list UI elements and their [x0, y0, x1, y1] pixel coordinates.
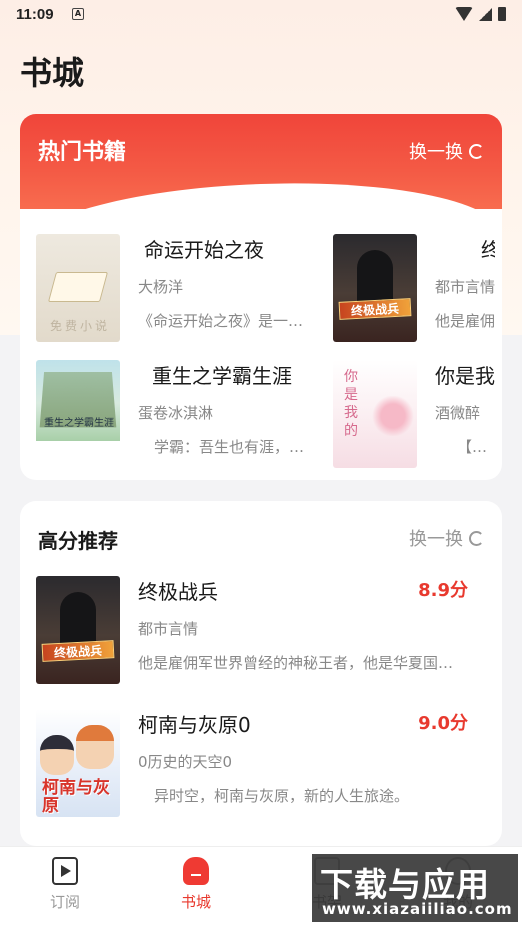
tab-label: 订阅 — [49, 893, 80, 911]
cover-character — [76, 725, 114, 769]
book-author: 酒微醉 — [435, 404, 481, 422]
cover-tree — [371, 396, 415, 436]
hot-book-item[interactable]: 重生之学霸生涯 重生之学霸生涯 蛋卷冰淇淋 学霸：吾生也有涯，… — [36, 360, 314, 468]
hot-book-item[interactable]: 终极战兵 终 都市言情 他是雇佣 — [333, 234, 495, 342]
tab-bookstore[interactable]: 书城 — [156, 857, 236, 912]
bookstore-icon — [183, 857, 209, 885]
book-desc: 他是雇佣 — [435, 312, 495, 330]
tab-label: 书城 — [180, 893, 211, 911]
open-book-icon — [47, 272, 109, 302]
book-desc: 他是雇佣军世界曾经的神秘王者，他是华夏国… — [138, 654, 454, 672]
book-cover: 柯南与灰原 — [36, 709, 120, 817]
watermark: 下载与应用 www.xiazaiiliao.com — [312, 854, 518, 922]
book-author: 蛋卷冰淇淋 — [138, 404, 214, 422]
cover-text: 免费小说 — [50, 319, 111, 333]
book-info: 终 都市言情 他是雇佣 — [435, 234, 495, 342]
refresh-icon — [469, 143, 484, 159]
book-info: 终极战兵 8.9分 都市言情 他是雇佣军世界曾经的神秘王者，他是华夏国… — [138, 576, 468, 684]
wifi-icon — [455, 7, 473, 21]
status-bar: 11:09 A — [0, 0, 522, 30]
status-icons — [455, 7, 506, 21]
battery-icon — [498, 7, 506, 21]
book-info: 命运开始之夜 大杨洋 《命运开始之夜》是一… — [138, 234, 314, 342]
cover-text: 终极战兵 — [338, 298, 412, 320]
book-name: 终 — [481, 238, 495, 262]
hot-books-title: 热门书籍 — [38, 140, 127, 165]
book-author: 0历史的天空0 — [138, 753, 233, 771]
tab-subscribe[interactable]: 订阅 — [25, 857, 105, 912]
recommend-title: 高分推荐 — [38, 529, 118, 553]
book-info: 重生之学霸生涯 蛋卷冰淇淋 学霸：吾生也有涯，… — [138, 360, 314, 468]
book-desc: 《命运开始之夜》是一… — [138, 312, 304, 330]
watermark-title: 下载与应用 — [320, 865, 490, 904]
refresh-icon — [469, 530, 484, 546]
book-author: 大杨洋 — [138, 278, 184, 296]
recommend-book-item[interactable]: 柯南与灰原 柯南与灰原0 9.0分 0历史的天空0 异时空，柯南与灰原，新的人生… — [36, 709, 468, 817]
page-title: 书城 — [20, 54, 85, 92]
book-desc: 学霸：吾生也有涯，… — [154, 438, 305, 456]
book-score: 8.9分 — [418, 580, 468, 601]
cover-text: 重生之学霸生涯 — [44, 418, 114, 429]
cover-text: 终极战兵 — [41, 640, 115, 662]
refresh-label: 换一换 — [409, 142, 463, 163]
book-info: 你是我 酒微醉 【日出 — [435, 360, 495, 468]
book-cover: 终极战兵 — [333, 234, 417, 342]
cover-text: 柯南与灰原 — [42, 778, 110, 816]
recommend-book-item[interactable]: 终极战兵 终极战兵 8.9分 都市言情 他是雇佣军世界曾经的神秘王者，他是华夏国… — [36, 576, 468, 684]
book-info: 柯南与灰原0 9.0分 0历史的天空0 异时空，柯南与灰原，新的人生旅途。 — [138, 709, 468, 817]
notification-icon: A — [72, 8, 84, 20]
subscribe-icon — [52, 857, 78, 885]
book-cover: 重生之学霸生涯 — [36, 360, 120, 468]
hot-books-card: 热门书籍 换一换 免费小说 命运开始之夜 大杨洋 《命运开始之夜》是一… 终极战… — [20, 114, 502, 480]
cover-character — [40, 735, 74, 775]
hot-book-item[interactable]: 免费小说 命运开始之夜 大杨洋 《命运开始之夜》是一… — [36, 234, 314, 342]
book-desc: 异时空，柯南与灰原，新的人生旅途。 — [154, 787, 410, 805]
book-score: 9.0分 — [418, 713, 468, 734]
hot-book-item[interactable]: 你是我的 你是我 酒微醉 【日出 — [333, 360, 495, 468]
hot-refresh-button[interactable]: 换一换 — [409, 138, 484, 164]
watermark-url: www.xiazaiiliao.com — [322, 900, 513, 918]
book-cover: 免费小说 — [36, 234, 120, 342]
recommend-refresh-button[interactable]: 换一换 — [409, 525, 484, 551]
cover-text: 你是我的 — [344, 369, 358, 439]
book-name: 你是我 — [435, 364, 495, 388]
recommend-card: 高分推荐 换一换 终极战兵 终极战兵 8.9分 都市言情 他是雇佣军世界曾经的神… — [20, 501, 502, 846]
book-author: 都市言情 — [138, 620, 199, 638]
book-cover: 你是我的 — [333, 360, 417, 468]
refresh-label: 换一换 — [409, 529, 463, 550]
book-desc: 【日出 — [457, 438, 495, 456]
book-name: 命运开始之夜 — [144, 238, 264, 262]
book-name: 重生之学霸生涯 — [152, 364, 292, 388]
book-cover: 终极战兵 — [36, 576, 120, 684]
book-author: 都市言情 — [435, 278, 495, 296]
cellular-icon — [479, 7, 492, 21]
status-time: 11:09 — [16, 6, 54, 23]
